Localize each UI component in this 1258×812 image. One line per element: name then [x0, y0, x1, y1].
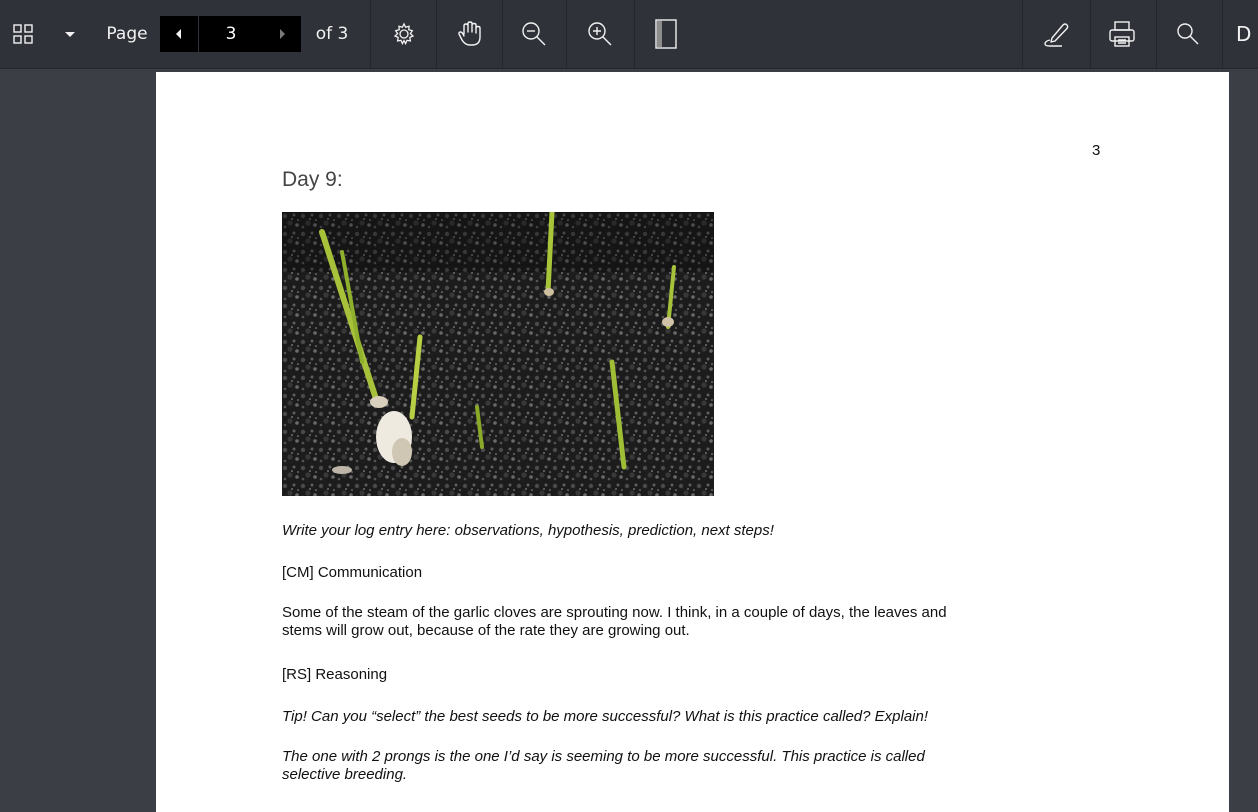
previous-page-icon [176, 29, 181, 39]
print-icon[interactable] [1102, 0, 1142, 68]
page-count-label: of 3 [315, 24, 349, 44]
next-page-icon [280, 29, 285, 39]
pdf-toolbar: Page of 3 [0, 0, 1258, 69]
pdf-page: 3 Day 9: Write your log entry here: obse… [156, 72, 1229, 812]
reasoning-label: [RS] Reasoning [282, 666, 388, 683]
download-button-truncated[interactable]: D [1236, 0, 1258, 68]
garlic-sprouts-photo [282, 212, 714, 496]
zoom-in-icon[interactable] [580, 0, 620, 68]
communication-label: [CM] Communication [282, 564, 423, 581]
dropdown-arrow-icon[interactable] [58, 0, 82, 68]
draw-pen-icon[interactable] [1036, 0, 1076, 68]
page-label: Page [106, 24, 148, 44]
tip-text: Tip! Can you “select” the best seeds to … [282, 708, 929, 725]
page-number: 3 [1092, 142, 1101, 159]
entry-line-2: stems will grow out, because of the rate… [282, 622, 690, 639]
answer-line-1: The one with 2 prongs is the one I’d say… [282, 748, 925, 765]
page-title: Day 9: [282, 168, 343, 191]
log-prompt: Write your log entry here: observations,… [282, 522, 774, 539]
thumbnails-icon[interactable] [8, 0, 38, 68]
zoom-out-icon[interactable] [514, 0, 554, 68]
page-number-input[interactable] [199, 16, 263, 52]
hand-pan-icon[interactable] [450, 0, 490, 68]
entry-line-1: Some of the steam of the garlic cloves a… [282, 604, 947, 621]
next-page-button[interactable] [263, 16, 301, 52]
answer-line-2: selective breeding. [282, 766, 408, 783]
settings-gear-icon[interactable] [384, 0, 424, 68]
previous-page-button[interactable] [160, 16, 198, 52]
page-view-icon[interactable] [648, 0, 684, 68]
search-icon[interactable] [1168, 0, 1208, 68]
